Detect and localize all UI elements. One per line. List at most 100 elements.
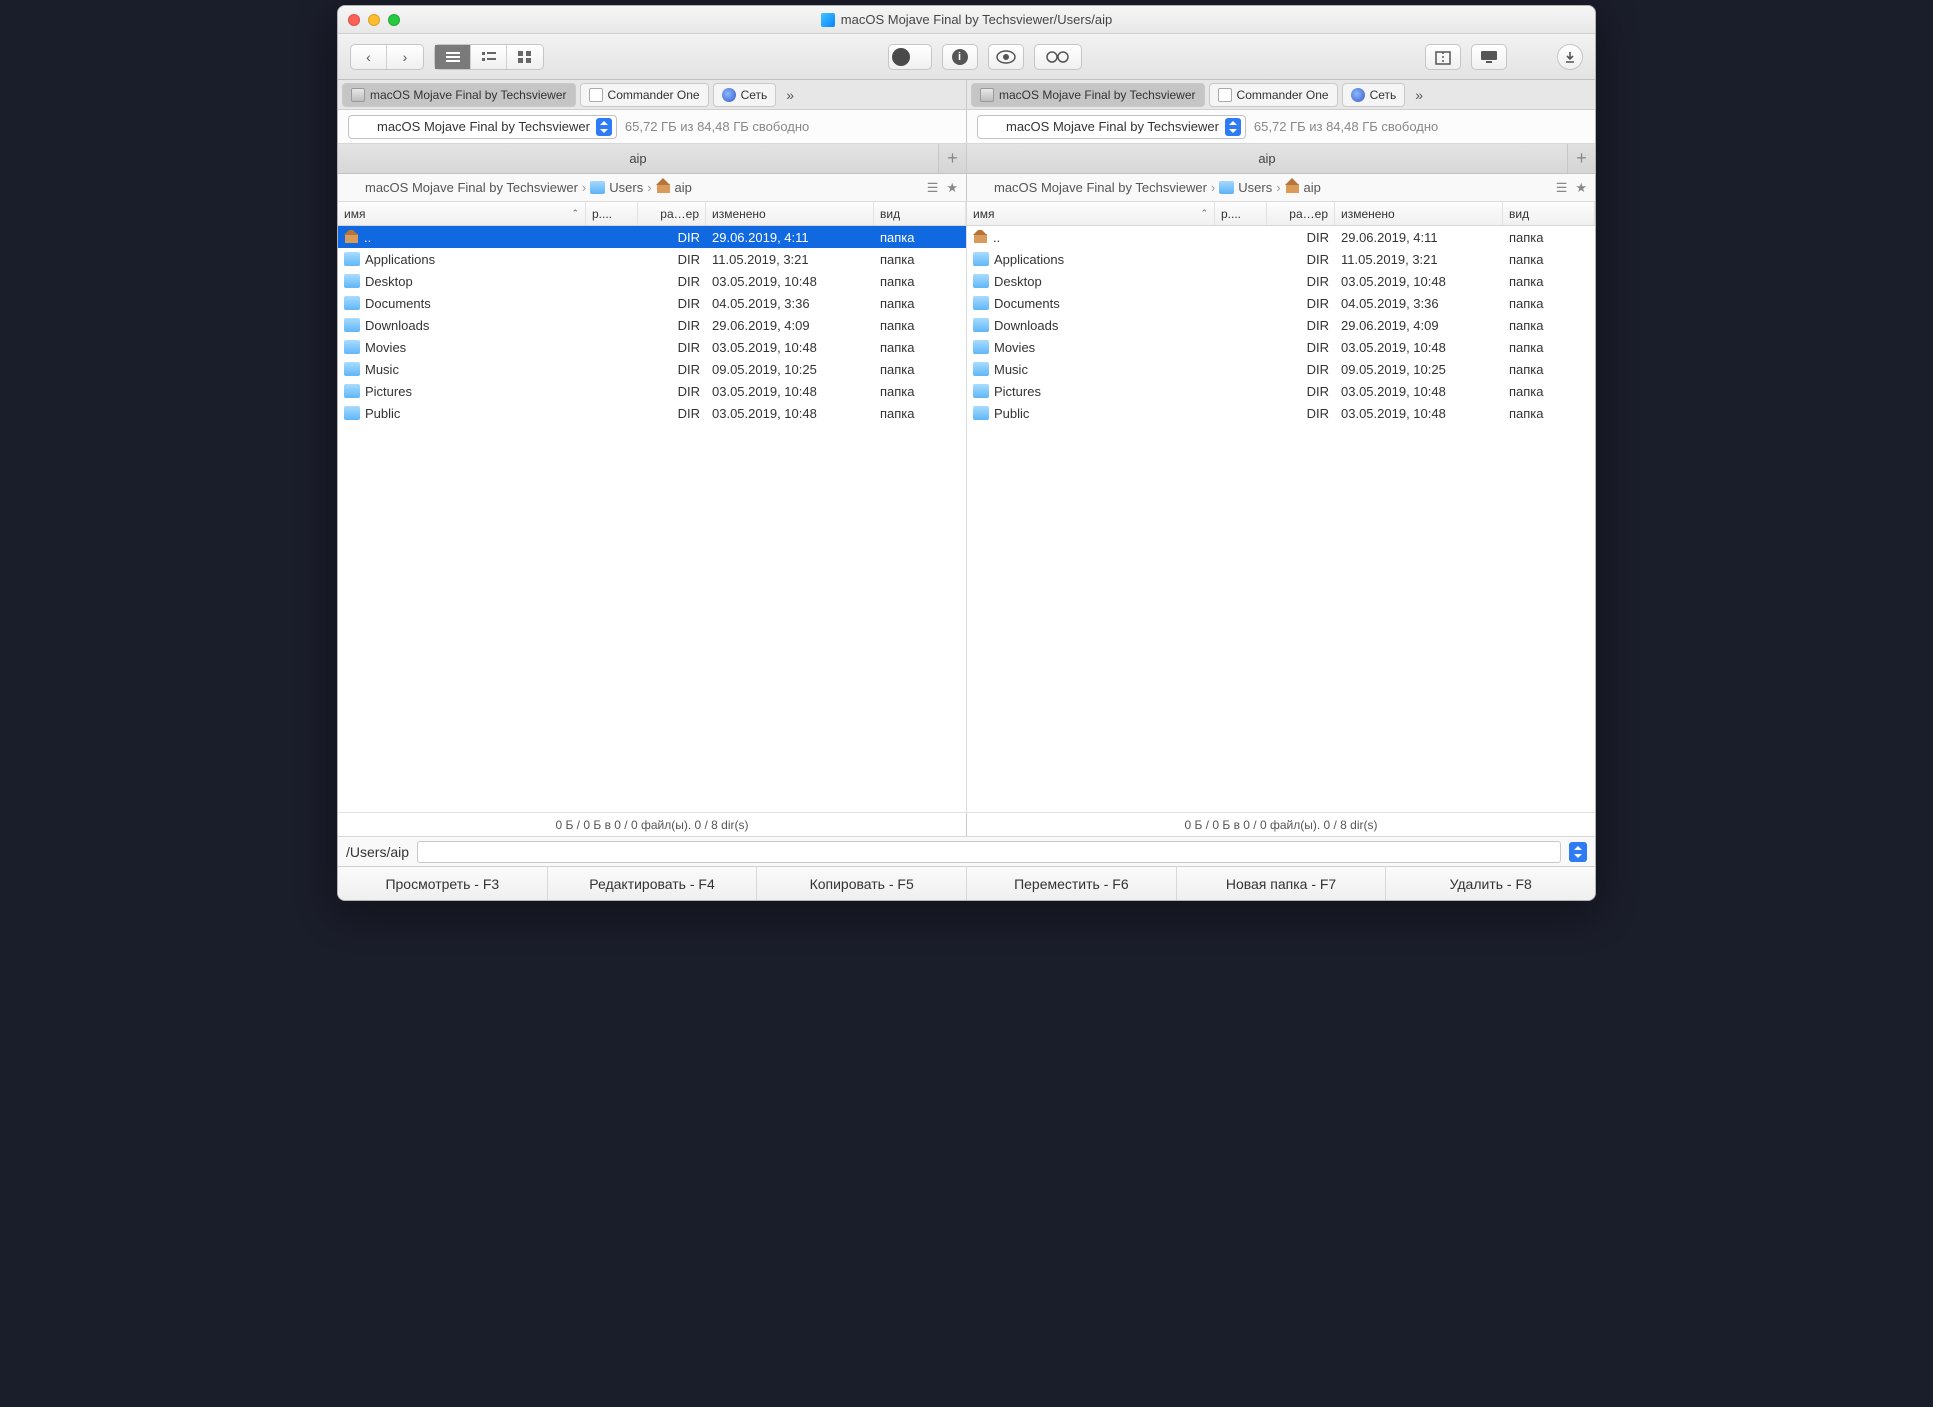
crumb-aip[interactable]: aip [656,180,692,195]
file-row[interactable]: MusicDIR09.05.2019, 10:25папка [967,358,1595,380]
folder-tab-label: aip [629,151,646,166]
drive-select-right[interactable]: macOS Mojave Final by Techsviewer [977,115,1246,139]
col-ext[interactable]: р.... [586,202,638,225]
drive-select-left[interactable]: macOS Mojave Final by Techsviewer [348,115,617,139]
file-row[interactable]: MoviesDIR03.05.2019, 10:48папка [967,336,1595,358]
home-icon [973,231,988,244]
crumb-root[interactable]: macOS Mojave Final by Techsviewer [346,180,578,195]
file-row[interactable]: ..DIR29.06.2019, 4:11папка [967,226,1595,248]
tab-commander-right[interactable]: Commander One [1209,83,1338,107]
folder-tab-left[interactable]: aip [338,144,938,173]
file-row[interactable]: DocumentsDIR04.05.2019, 3:36папка [967,292,1595,314]
cell-modified: 03.05.2019, 10:48 [706,384,874,399]
crumb-aip[interactable]: aip [1285,180,1321,195]
crumb-users[interactable]: Users [590,180,643,195]
file-row[interactable]: MusicDIR09.05.2019, 10:25папка [338,358,966,380]
fkey-edit[interactable]: Редактировать - F4 [548,867,758,900]
file-row[interactable]: ..DIR29.06.2019, 4:11папка [338,226,966,248]
info-button[interactable]: i [942,44,978,70]
zoom-icon[interactable] [388,14,400,26]
crumb-root[interactable]: macOS Mojave Final by Techsviewer [975,180,1207,195]
cell-name: Movies [338,340,586,355]
col-name[interactable]: имя⌃ [967,202,1215,225]
close-icon[interactable] [348,14,360,26]
breadcrumb-left: macOS Mojave Final by Techsviewer › User… [338,174,966,201]
tabs-overflow-right[interactable]: » [1409,87,1429,103]
file-row[interactable]: PublicDIR03.05.2019, 10:48папка [338,402,966,424]
downloads-button[interactable] [1557,44,1583,70]
cell-name: Movies [967,340,1215,355]
forward-button[interactable]: › [387,45,423,69]
history-dropdown[interactable] [1569,842,1587,862]
fkey-move[interactable]: Переместить - F6 [967,867,1177,900]
left-panel: имя⌃ р.... ра…ер изменено вид ..DIR29.06… [338,202,967,812]
disk-icon [821,13,835,27]
tabs-overflow-left[interactable]: » [780,87,800,103]
queue-toggle[interactable] [888,44,932,70]
home-icon [656,181,671,194]
col-size[interactable]: ра…ер [1267,202,1335,225]
tab-drive-left[interactable]: macOS Mojave Final by Techsviewer [342,83,576,107]
col-ext[interactable]: р.... [1215,202,1267,225]
file-row[interactable]: PublicDIR03.05.2019, 10:48папка [967,402,1595,424]
view-mode-full[interactable] [435,45,471,69]
cell-name: Desktop [967,274,1215,289]
file-row[interactable]: DesktopDIR03.05.2019, 10:48папка [338,270,966,292]
new-tab-right[interactable]: + [1567,144,1595,173]
file-row[interactable]: ApplicationsDIR11.05.2019, 3:21папка [338,248,966,270]
list-icon[interactable]: ☰ [1556,180,1568,196]
archive-button[interactable] [1425,44,1461,70]
file-row[interactable]: ApplicationsDIR11.05.2019, 3:21папка [967,248,1595,270]
tab-drive-right[interactable]: macOS Mojave Final by Techsviewer [971,83,1205,107]
fkey-delete[interactable]: Удалить - F8 [1386,867,1595,900]
col-kind[interactable]: вид [1503,202,1595,225]
cell-modified: 03.05.2019, 10:48 [1335,384,1503,399]
fkey-copy[interactable]: Копировать - F5 [757,867,967,900]
file-listing-left[interactable]: ..DIR29.06.2019, 4:11папкаApplicationsDI… [338,226,966,812]
command-input[interactable] [417,841,1561,863]
file-listing-right[interactable]: ..DIR29.06.2019, 4:11папкаApplicationsDI… [967,226,1595,812]
col-kind[interactable]: вид [874,202,966,225]
new-tab-left[interactable]: + [938,144,966,173]
folder-icon [344,252,360,266]
file-row[interactable]: PicturesDIR03.05.2019, 10:48папка [967,380,1595,402]
folder-icon [1219,181,1234,194]
cell-name: Documents [967,296,1215,311]
file-row[interactable]: DownloadsDIR29.06.2019, 4:09папка [338,314,966,336]
preview-button[interactable] [988,44,1024,70]
file-row[interactable]: DesktopDIR03.05.2019, 10:48папка [967,270,1595,292]
fkey-mkdir[interactable]: Новая папка - F7 [1177,867,1387,900]
col-name[interactable]: имя⌃ [338,202,586,225]
globe-icon [722,88,736,102]
file-row[interactable]: PicturesDIR03.05.2019, 10:48папка [338,380,966,402]
file-row[interactable]: DocumentsDIR04.05.2019, 3:36папка [338,292,966,314]
col-modified[interactable]: изменено [706,202,874,225]
cell-name: Pictures [338,384,586,399]
cell-modified: 03.05.2019, 10:48 [1335,340,1503,355]
connections-button[interactable] [1471,44,1507,70]
list-icon[interactable]: ☰ [927,180,939,196]
titlebar[interactable]: macOS Mojave Final by Techsviewer/Users/… [338,6,1595,34]
view-mode-thumbs[interactable] [507,45,543,69]
view-mode-brief[interactable] [471,45,507,69]
view-mode-segment [434,44,544,70]
tab-commander-left[interactable]: Commander One [580,83,709,107]
col-modified[interactable]: изменено [1335,202,1503,225]
col-size[interactable]: ра…ер [638,202,706,225]
file-row[interactable]: DownloadsDIR29.06.2019, 4:09папка [967,314,1595,336]
app-icon [589,88,603,102]
fkey-view[interactable]: Просмотреть - F3 [338,867,548,900]
cell-size: DIR [1267,230,1335,245]
favorite-icon[interactable]: ★ [1575,180,1587,196]
crumb-users[interactable]: Users [1219,180,1272,195]
tab-network-left[interactable]: Сеть [713,83,777,107]
folder-tab-right[interactable]: aip [967,144,1567,173]
cell-kind: папка [1503,296,1595,311]
favorite-icon[interactable]: ★ [946,180,958,196]
back-button[interactable]: ‹ [351,45,387,69]
minimize-icon[interactable] [368,14,380,26]
tab-network-right[interactable]: Сеть [1342,83,1406,107]
search-button[interactable] [1034,44,1082,70]
file-row[interactable]: MoviesDIR03.05.2019, 10:48папка [338,336,966,358]
cell-name: Music [338,362,586,377]
